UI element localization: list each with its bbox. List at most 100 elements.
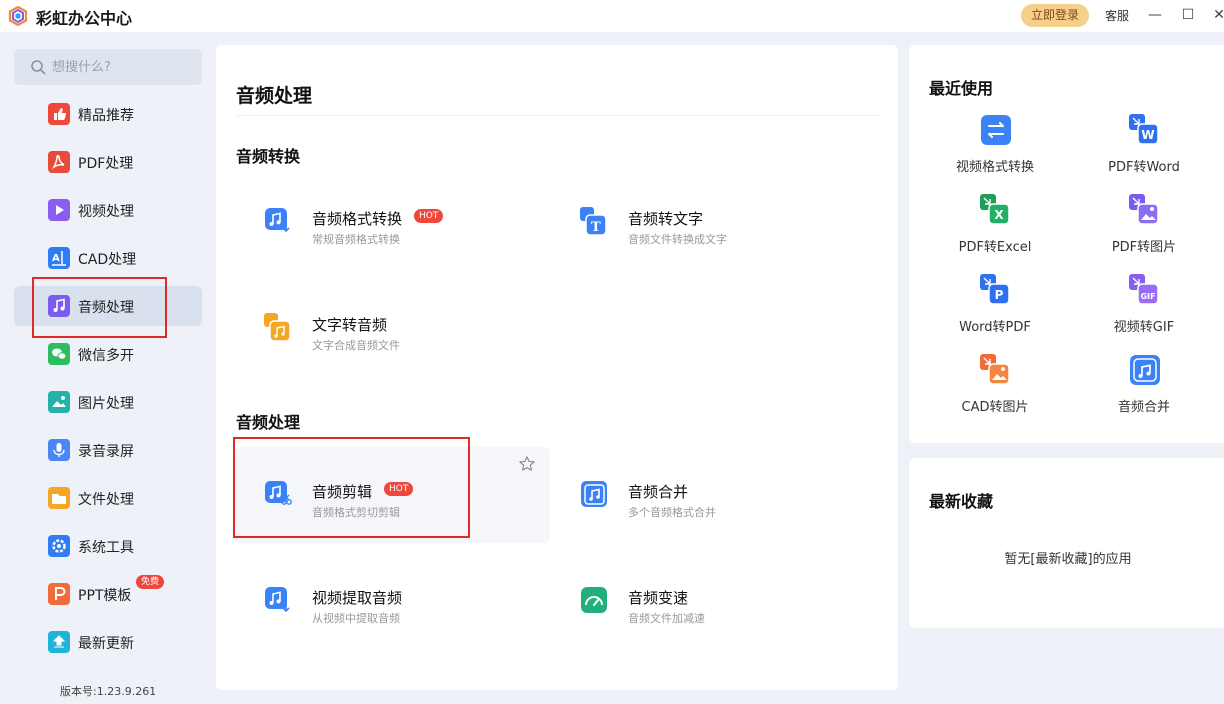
sidebar-item-4[interactable]: A CAD处理 <box>14 238 202 278</box>
svg-text:GIF: GIF <box>1140 292 1155 301</box>
ppt-icon <box>48 583 70 605</box>
tool-card[interactable]: 音频格式转换 HOT 常规音频格式转换 <box>234 174 550 270</box>
recent-item-label: PDF转Excel <box>958 240 1032 255</box>
maximize-button[interactable]: ☐ <box>1177 4 1199 26</box>
sidebar-item-10[interactable]: 系统工具 <box>14 526 202 566</box>
sidebar-item-label: 录音录屏 <box>78 444 134 460</box>
sidebar-item-1[interactable]: 精品推荐 <box>14 94 202 134</box>
divider <box>236 115 878 116</box>
audio-cut-icon <box>264 480 292 508</box>
sidebar-item-11[interactable]: PPT模板 免费 <box>14 574 202 614</box>
word-to-pdf-icon: P <box>980 274 1012 306</box>
video-convert-icon <box>980 114 1012 146</box>
recent-item[interactable]: GIF 视频转GIF <box>1069 274 1219 346</box>
pdf-to-image-icon <box>1129 194 1161 226</box>
tool-description: 从视频中提取音频 <box>312 612 400 625</box>
audio-to-text-icon: T <box>580 207 608 236</box>
section-title-audio-process: 音频处理 <box>236 413 301 432</box>
tool-card[interactable]: 音频变速 音频文件加减速 <box>550 553 866 649</box>
svg-text:P: P <box>995 288 1004 302</box>
tool-name: 音频格式转换 HOT <box>312 208 444 229</box>
sidebar-item-label: 微信多开 <box>78 348 134 364</box>
tool-card[interactable]: 音频剪辑 HOT 音频格式剪切剪辑 <box>234 447 550 543</box>
cad-to-image-icon <box>980 354 1012 386</box>
gear-icon <box>48 535 70 557</box>
folder-icon <box>48 487 70 509</box>
tool-name: 音频合并 <box>628 481 688 502</box>
svg-text:A: A <box>52 253 60 264</box>
sidebar-item-label: PPT模板 <box>78 588 132 604</box>
title-bar: 彩虹办公中心 立即登录 客服 — ☐ ✕ <box>0 0 1224 32</box>
recommend-icon <box>48 103 70 125</box>
main-panel: 音频处理 音频转换 音频处理 音频格式转换 HOT 常规音频格式转换 T 音频转文字 音频… <box>216 45 898 690</box>
audio-merge-icon <box>1129 354 1161 386</box>
sidebar-item-12[interactable]: 最新更新 <box>14 622 202 662</box>
recent-item[interactable]: 视频格式转换 <box>920 114 1070 186</box>
section-title-audio-convert: 音频转换 <box>236 147 301 166</box>
audio-icon <box>48 295 70 317</box>
search-input[interactable] <box>52 57 192 77</box>
tool-name: 音频变速 <box>628 587 688 608</box>
tool-name: 文字转音频 <box>312 314 387 335</box>
sidebar-item-label: 精品推荐 <box>78 108 134 124</box>
favorites-panel: 最新收藏 暂无[最新收藏]的应用 <box>909 458 1224 628</box>
recent-item[interactable]: X PDF转Excel <box>920 194 1070 266</box>
sidebar-item-3[interactable]: 视频处理 <box>14 190 202 230</box>
recent-item-label: 音频合并 <box>1117 400 1170 415</box>
recent-item[interactable]: 音频合并 <box>1069 354 1219 426</box>
favorites-empty-text: 暂无[最新收藏]的应用 <box>1004 552 1132 567</box>
recent-item-label: 视频转GIF <box>1113 320 1175 335</box>
recent-item-label: PDF转Word <box>1108 160 1180 175</box>
tool-card[interactable]: 音频合并 多个音频格式合并 <box>550 447 866 543</box>
recent-item[interactable]: P Word转PDF <box>920 274 1070 346</box>
sidebar-item-label: PDF处理 <box>78 156 134 172</box>
tool-name: 音频转文字 <box>628 208 703 229</box>
audio-speed-icon <box>580 586 608 614</box>
favorite-star-icon[interactable] <box>518 455 536 473</box>
search-icon <box>31 60 46 75</box>
tool-card[interactable]: 视频提取音频从视频中提取音频 <box>234 553 550 649</box>
sidebar-item-7[interactable]: 图片处理 <box>14 382 202 422</box>
sidebar-item-label: 图片处理 <box>78 396 134 412</box>
pdf-to-excel-icon: X <box>980 194 1012 226</box>
tool-description: 音频格式剪切剪辑 <box>312 506 400 519</box>
hot-badge: HOT <box>384 482 414 496</box>
sidebar-item-2[interactable]: PDF处理 <box>14 142 202 182</box>
sidebar-item-8[interactable]: 录音录屏 <box>14 430 202 470</box>
recent-title: 最近使用 <box>929 79 994 98</box>
tool-description: 文字合成音频文件 <box>312 339 400 352</box>
tool-name-text: 视频提取音频 <box>312 589 403 607</box>
sidebar-item-6[interactable]: 微信多开 <box>14 334 202 374</box>
recent-item-label: PDF转图片 <box>1111 240 1177 255</box>
tool-card[interactable]: 文字转音频文字合成音频文件 <box>234 280 550 376</box>
hot-badge: HOT <box>414 209 444 223</box>
sidebar-item-9[interactable]: 文件处理 <box>14 478 202 518</box>
tool-description: 音频文件转换成文字 <box>628 233 727 246</box>
close-button[interactable]: ✕ <box>1208 4 1224 26</box>
search-box[interactable] <box>14 49 202 85</box>
sidebar-item-label: CAD处理 <box>78 252 137 268</box>
tool-name-text: 音频合并 <box>628 483 689 501</box>
free-badge: 免费 <box>136 575 165 589</box>
minimize-button[interactable]: — <box>1144 4 1166 26</box>
tool-description: 常规音频格式转换 <box>312 233 400 246</box>
recent-item[interactable]: W PDF转Word <box>1069 114 1219 186</box>
tool-name-text: 音频变速 <box>628 589 689 607</box>
cad-icon: A <box>48 247 70 269</box>
tool-name-text: 音频转文字 <box>628 210 704 228</box>
tool-card[interactable]: T 音频转文字音频文件转换成文字 <box>550 174 866 270</box>
recent-item[interactable]: CAD转图片 <box>920 354 1070 426</box>
customer-service-link[interactable]: 客服 <box>1105 7 1129 24</box>
sidebar-item-label: 文件处理 <box>78 492 134 508</box>
rainbow-logo-icon <box>8 6 28 26</box>
favorites-title: 最新收藏 <box>929 492 994 511</box>
sidebar-item-label: 系统工具 <box>78 540 134 556</box>
recent-item-label: Word转PDF <box>959 320 1031 335</box>
recent-item[interactable]: PDF转图片 <box>1069 194 1219 266</box>
audio-convert-icon <box>264 207 292 235</box>
pdf-to-word-icon: W <box>1129 114 1161 146</box>
text-to-audio-icon <box>264 313 292 342</box>
sidebar-item-5[interactable]: 音频处理 <box>14 286 202 326</box>
login-button[interactable]: 立即登录 <box>1021 4 1089 27</box>
svg-text:W: W <box>1141 128 1154 142</box>
